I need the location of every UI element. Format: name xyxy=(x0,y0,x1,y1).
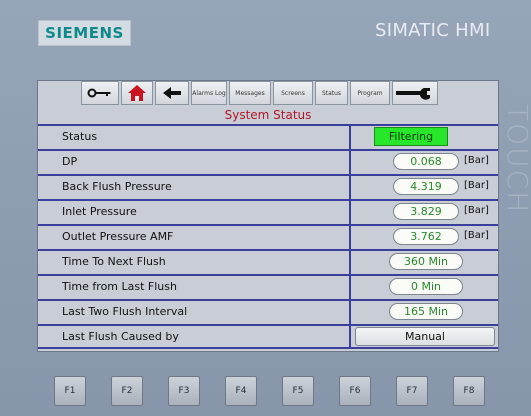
wrench-icon xyxy=(396,86,434,100)
unit-label: [Bar] xyxy=(464,205,489,216)
column-divider xyxy=(349,324,351,349)
program-button[interactable]: Program xyxy=(350,81,390,105)
column-divider xyxy=(349,124,351,149)
status-label: Status xyxy=(321,89,342,97)
f3-key[interactable]: F3 xyxy=(168,376,200,406)
value-field: 360 Min xyxy=(389,253,463,270)
f1-key[interactable]: F1 xyxy=(54,376,86,406)
toolbar: Alarms Log Messages Screens Status Progr… xyxy=(81,81,490,106)
row-label: Outlet Pressure AMF xyxy=(62,230,174,243)
value-field: 4.319 xyxy=(393,178,459,195)
screen-title: System Status xyxy=(224,108,312,122)
table-row: Last Flush Caused by Manual xyxy=(38,324,498,349)
hmi-screen: Alarms Log Messages Screens Status Progr… xyxy=(37,80,499,352)
messages-button[interactable]: Messages xyxy=(229,81,271,105)
back-arrow-icon xyxy=(163,87,181,99)
screens-button[interactable]: Screens xyxy=(273,81,313,105)
screens-label: Screens xyxy=(281,89,305,97)
back-button[interactable] xyxy=(155,81,189,105)
status-button[interactable]: Status xyxy=(315,81,348,105)
messages-label: Messages xyxy=(235,89,265,97)
status-badge: Filtering xyxy=(374,127,448,146)
table-row: Time To Next Flush 360 Min xyxy=(38,249,498,274)
f2-key[interactable]: F2 xyxy=(111,376,143,406)
unit-label: [Bar] xyxy=(464,230,489,241)
row-label: Time To Next Flush xyxy=(62,255,166,268)
row-label: Inlet Pressure xyxy=(62,205,137,218)
f6-key[interactable]: F6 xyxy=(339,376,371,406)
key-button[interactable] xyxy=(81,81,119,105)
value-field: 0.068 xyxy=(393,153,459,170)
f5-key[interactable]: F5 xyxy=(282,376,314,406)
unit-label: [Bar] xyxy=(464,180,489,191)
table-row: Status Filtering xyxy=(38,124,498,149)
table-row: Outlet Pressure AMF 3.762 [Bar] xyxy=(38,224,498,249)
column-divider xyxy=(349,249,351,274)
table-row: Time from Last Flush 0 Min xyxy=(38,274,498,299)
f7-key[interactable]: F7 xyxy=(396,376,428,406)
brand-label: SIMATIC HMI xyxy=(375,20,491,41)
f4-key[interactable]: F4 xyxy=(225,376,257,406)
settings-button[interactable] xyxy=(392,81,438,105)
value-field: 165 Min xyxy=(389,303,463,320)
touch-label: TOUCH xyxy=(501,104,531,215)
table-row: DP 0.068 [Bar] xyxy=(38,149,498,174)
table-row: Last Two Flush Interval 165 Min xyxy=(38,299,498,324)
status-table: Status Filtering DP 0.068 [Bar] Back Flu… xyxy=(38,124,498,349)
alarms-log-button[interactable]: Alarms Log xyxy=(191,81,227,105)
value-field: 3.762 xyxy=(393,228,459,245)
table-row: Inlet Pressure 3.829 [Bar] xyxy=(38,199,498,224)
alarms-log-label: Alarms Log xyxy=(192,89,226,97)
unit-label: [Bar] xyxy=(464,155,489,166)
f8-key[interactable]: F8 xyxy=(453,376,485,406)
column-divider xyxy=(349,149,351,174)
row-label: Back Flush Pressure xyxy=(62,180,172,193)
column-divider xyxy=(349,274,351,299)
column-divider xyxy=(349,174,351,199)
row-label: Time from Last Flush xyxy=(62,280,177,293)
column-divider xyxy=(349,199,351,224)
row-label: Last Two Flush Interval xyxy=(62,305,188,318)
column-divider xyxy=(349,299,351,324)
value-field: 3.829 xyxy=(393,203,459,220)
row-label: Last Flush Caused by xyxy=(62,330,179,343)
function-keys: F1 F2 F3 F4 F5 F6 F7 F8 xyxy=(54,376,494,406)
program-label: Program xyxy=(357,89,383,97)
key-icon xyxy=(87,88,113,98)
column-divider xyxy=(349,224,351,249)
flush-cause-field: Manual xyxy=(355,327,495,346)
table-row: Back Flush Pressure 4.319 [Bar] xyxy=(38,174,498,199)
value-field: 0 Min xyxy=(389,278,463,295)
logo-text: SIEMENS xyxy=(45,24,124,42)
row-label: DP xyxy=(62,155,78,168)
siemens-logo: SIEMENS xyxy=(38,20,131,46)
home-button[interactable] xyxy=(121,81,153,105)
row-label: Status xyxy=(62,130,98,143)
home-icon xyxy=(127,84,147,102)
